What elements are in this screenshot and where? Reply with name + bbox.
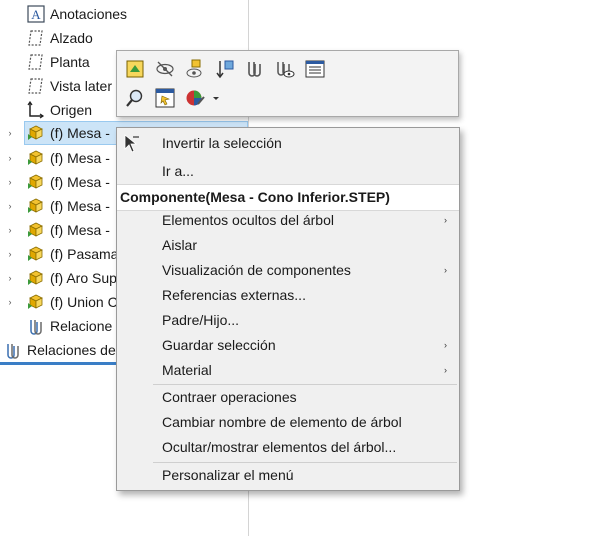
menu-item-isolate[interactable]: Aislar bbox=[117, 233, 459, 258]
menu-item-label: Invertir la selección bbox=[162, 135, 282, 151]
menu-section-header: Componente(Mesa - Cono Inferior.STEP) bbox=[117, 184, 459, 211]
menu-item-label: Personalizar el menú bbox=[162, 467, 294, 483]
open-part-icon bbox=[126, 60, 144, 78]
expand-arrow-icon[interactable]: › bbox=[5, 218, 15, 242]
hide-button[interactable] bbox=[153, 57, 177, 81]
mates-icon bbox=[7, 344, 19, 359]
select-toolbar-icon bbox=[155, 88, 175, 108]
menu-item-label: Cambiar nombre de elemento de árbol bbox=[162, 414, 402, 430]
tree-item-front-plane[interactable]: Alzado bbox=[0, 26, 248, 50]
plane-icon bbox=[28, 54, 43, 70]
menu-item-save-selection[interactable]: Guardar selección › bbox=[117, 333, 459, 358]
sort-button[interactable] bbox=[213, 57, 237, 81]
expand-arrow-icon[interactable]: › bbox=[5, 146, 15, 170]
component-icon bbox=[28, 174, 43, 189]
tree-item-label: (f) Union C bbox=[50, 294, 118, 310]
tree-item-label: (f) Mesa - bbox=[50, 174, 110, 190]
component-icon bbox=[28, 270, 43, 285]
submenu-arrow-icon: › bbox=[444, 265, 447, 275]
zoom-selection-icon bbox=[126, 89, 143, 107]
hide-icon bbox=[156, 61, 174, 77]
show-components-button[interactable] bbox=[183, 57, 207, 81]
menu-item-hide-show-tree-items[interactable]: Ocultar/mostrar elementos del árbol... bbox=[117, 435, 459, 460]
tree-item-label: (f) Mesa - bbox=[50, 125, 110, 141]
open-part-button[interactable] bbox=[123, 57, 147, 81]
component-icon bbox=[28, 198, 43, 213]
menu-item-collapse-features[interactable]: Contraer operaciones bbox=[117, 385, 459, 410]
plane-icon bbox=[28, 78, 43, 94]
menu-item-parent-child[interactable]: Padre/Hijo... bbox=[117, 308, 459, 333]
submenu-arrow-icon: › bbox=[444, 340, 447, 350]
menu-item-label: Aislar bbox=[162, 237, 198, 253]
expand-arrow-icon[interactable]: › bbox=[5, 121, 15, 145]
menu-item-external-references[interactable]: Referencias externas... bbox=[117, 283, 459, 308]
menu-item-label: Contraer operaciones bbox=[162, 389, 297, 405]
tree-item-label: (f) Mesa - bbox=[50, 198, 110, 214]
menu-item-label: Ocultar/mostrar elementos del árbol... bbox=[162, 439, 397, 455]
context-toolbar bbox=[116, 50, 459, 117]
menu-item-label: Elementos ocultos del árbol bbox=[162, 212, 334, 228]
menu-item-label: Visualización de componentes bbox=[162, 262, 351, 278]
tree-item-label: Relacione bbox=[50, 318, 113, 334]
tree-item-label: Relaciones de bbox=[27, 342, 116, 358]
show-components-icon bbox=[186, 59, 202, 78]
component-header-label: Componente(Mesa - Cono Inferior.STEP) bbox=[120, 189, 390, 205]
properties-button[interactable] bbox=[303, 57, 327, 81]
expand-arrow-icon[interactable]: › bbox=[5, 170, 15, 194]
menu-item-go-to[interactable]: Ir a... bbox=[117, 159, 459, 184]
mates-button[interactable] bbox=[243, 57, 267, 81]
view-mates-button[interactable] bbox=[273, 57, 297, 81]
menu-item-hidden-tree-items[interactable]: Elementos ocultos del árbol › bbox=[117, 208, 459, 233]
appearance-button[interactable] bbox=[183, 86, 207, 110]
appearance-dropdown[interactable] bbox=[209, 86, 221, 110]
mates-icon bbox=[30, 320, 42, 335]
tree-item-label: (f) Mesa - bbox=[50, 222, 110, 238]
submenu-arrow-icon: › bbox=[444, 365, 447, 375]
mates-icon bbox=[248, 62, 261, 77]
menu-item-label: Referencias externas... bbox=[162, 287, 306, 303]
dropdown-arrow-icon bbox=[213, 97, 219, 100]
submenu-arrow-icon: › bbox=[444, 215, 447, 225]
tree-item-label: Alzado bbox=[50, 30, 93, 46]
sort-icon bbox=[216, 60, 234, 79]
origin-icon bbox=[27, 101, 45, 119]
svg-text:A: A bbox=[31, 7, 41, 22]
menu-item-rename-tree-item[interactable]: Cambiar nombre de elemento de árbol bbox=[117, 410, 459, 435]
component-icon bbox=[28, 125, 43, 140]
annotations-icon: A bbox=[27, 5, 45, 23]
expand-arrow-icon[interactable]: › bbox=[5, 290, 15, 314]
menu-item-label: Material bbox=[162, 362, 212, 378]
menu-item-material[interactable]: Material › bbox=[117, 358, 459, 383]
component-icon bbox=[28, 222, 43, 237]
menu-item-component-display[interactable]: Visualización de componentes › bbox=[117, 258, 459, 283]
menu-item-label: Guardar selección bbox=[162, 337, 276, 353]
zoom-selection-button[interactable] bbox=[123, 86, 147, 110]
appearance-icon bbox=[186, 90, 205, 106]
expand-arrow-icon[interactable]: › bbox=[5, 242, 15, 266]
view-mates-icon bbox=[277, 62, 295, 78]
component-icon bbox=[28, 150, 43, 165]
menu-item-label: Padre/Hijo... bbox=[162, 312, 240, 328]
context-menu: Invertir la selección Ir a... Componente… bbox=[116, 127, 460, 491]
expand-arrow-icon[interactable]: › bbox=[5, 194, 15, 218]
properties-icon bbox=[305, 60, 325, 78]
tree-item-annotations[interactable]: A Anotaciones bbox=[0, 2, 248, 26]
tree-item-label: (f) Pasama bbox=[50, 246, 119, 262]
component-icon bbox=[28, 246, 43, 261]
tree-item-label: Anotaciones bbox=[50, 6, 128, 22]
menu-item-label: Ir a... bbox=[162, 163, 194, 179]
component-icon bbox=[28, 294, 43, 309]
select-toolbar-button[interactable] bbox=[153, 86, 177, 110]
tree-item-label: Origen bbox=[50, 102, 93, 118]
tree-item-label: (f) Aro Sup bbox=[50, 270, 117, 286]
tree-item-label: Planta bbox=[50, 54, 90, 70]
plane-icon bbox=[28, 30, 43, 46]
menu-item-customize-menu[interactable]: Personalizar el menú bbox=[117, 463, 459, 488]
menu-item-invert-selection[interactable]: Invertir la selección bbox=[117, 131, 459, 156]
tree-item-label: Vista later bbox=[50, 78, 112, 94]
tree-item-label: (f) Mesa - bbox=[50, 150, 110, 166]
expand-arrow-icon[interactable]: › bbox=[5, 266, 15, 290]
